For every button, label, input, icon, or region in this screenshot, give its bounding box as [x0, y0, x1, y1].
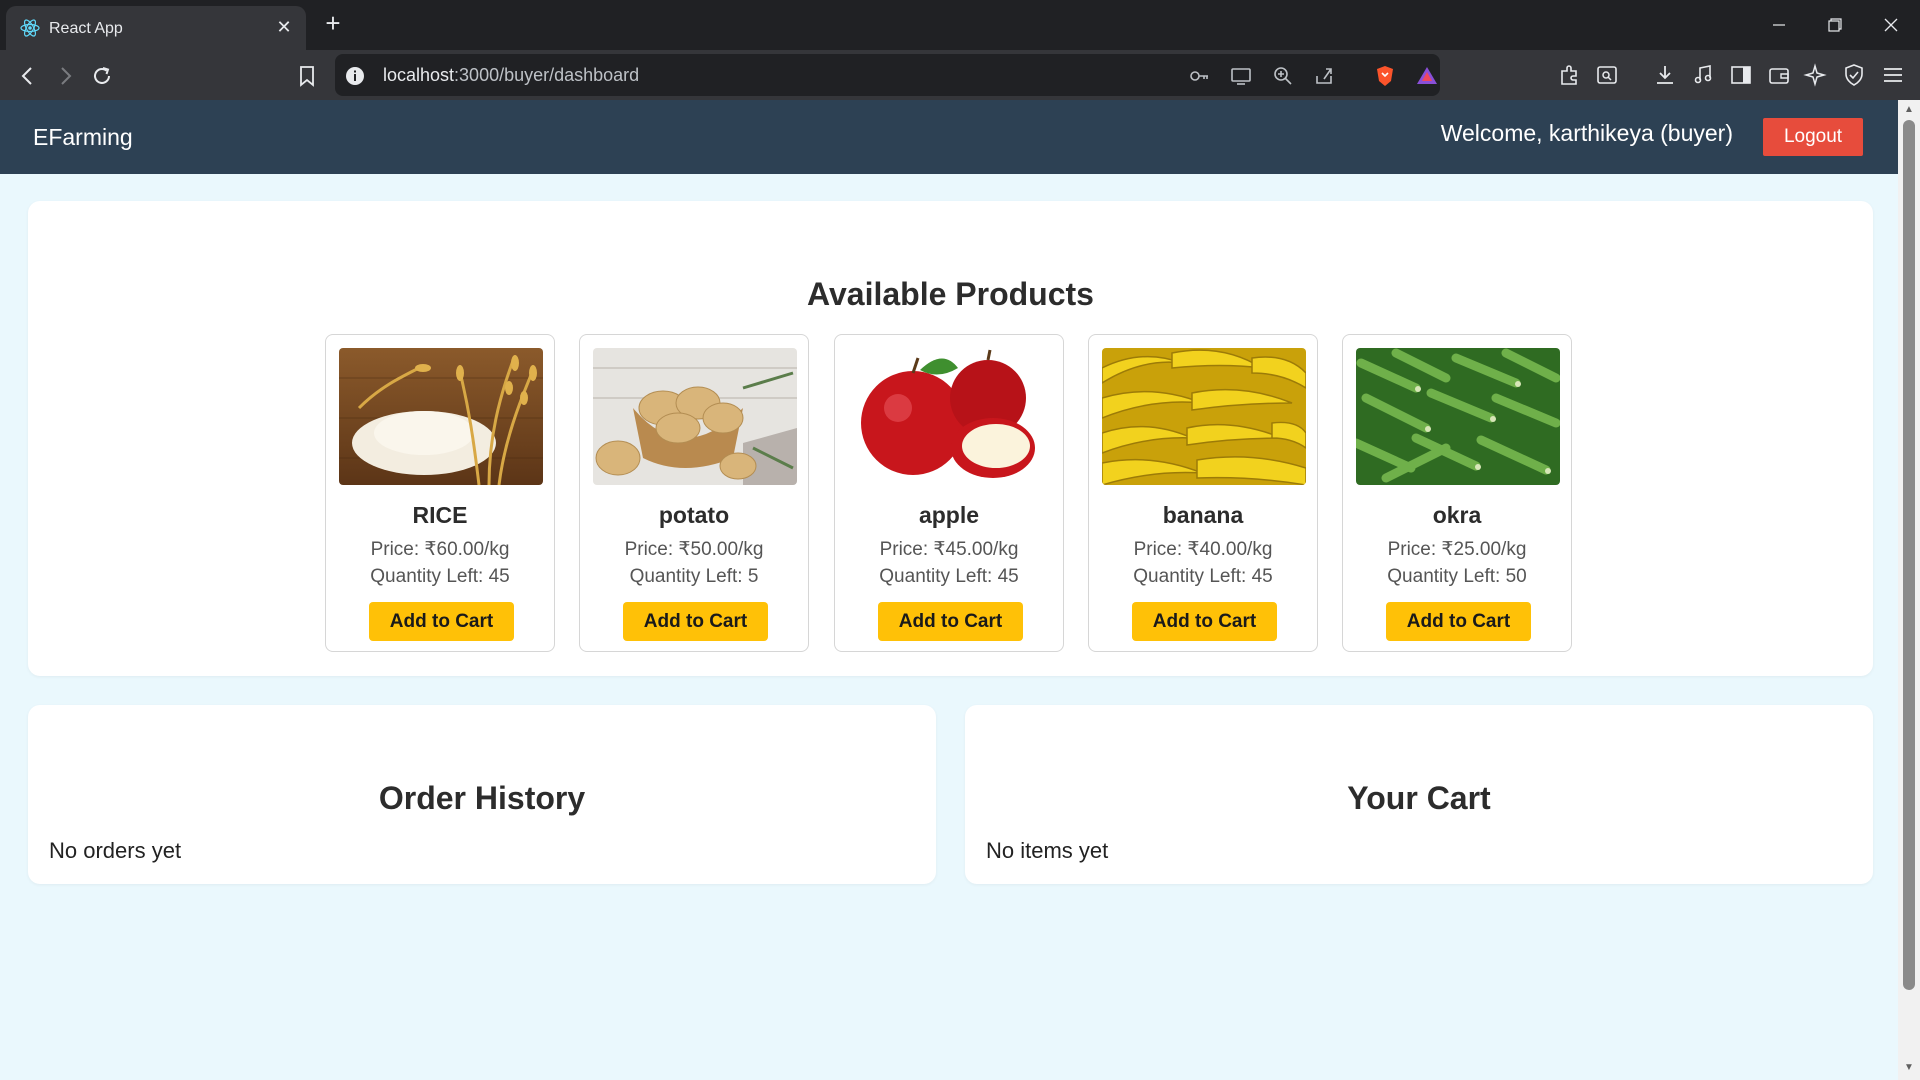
zoom-icon[interactable]: [1271, 64, 1295, 88]
okra-image: [1356, 348, 1560, 485]
url-host: localhost: [383, 65, 455, 85]
brave-shield-icon[interactable]: [1373, 64, 1397, 88]
scrollbar-thumb[interactable]: [1903, 120, 1915, 990]
product-price: Price: ₹50.00/kg: [624, 539, 764, 560]
product-quantity: Quantity Left: 45: [879, 566, 1019, 587]
product-price: Price: ₹25.00/kg: [1387, 539, 1527, 560]
cart-section: Your Cart No items yet: [965, 705, 1873, 884]
product-quantity: Quantity Left: 5: [629, 566, 759, 587]
add-to-cart-button[interactable]: Add to Cart: [369, 602, 514, 641]
app-header: EFarming Welcome, karthikeya (buyer) Log…: [0, 100, 1898, 174]
cast-icon[interactable]: [1229, 64, 1253, 88]
add-to-cart-button[interactable]: Add to Cart: [878, 602, 1023, 641]
tab-search-icon[interactable]: [1594, 62, 1620, 88]
restore-icon[interactable]: [1817, 10, 1851, 40]
browser-tab-bar: React App ✕ +: [0, 0, 1920, 50]
order-history-section: Order History No orders yet: [28, 705, 936, 884]
share-icon[interactable]: [1312, 64, 1336, 88]
scroll-up-icon[interactable]: ▲: [1903, 104, 1915, 116]
sidebar-icon[interactable]: [1728, 62, 1754, 88]
order-history-heading: Order History: [378, 780, 586, 816]
product-quantity: Quantity Left: 45: [1133, 566, 1273, 587]
page-scrollbar[interactable]: ▲ ▼: [1898, 100, 1920, 1080]
forward-icon[interactable]: [51, 62, 79, 90]
menu-icon[interactable]: [1880, 62, 1906, 88]
product-price: Price: ₹60.00/kg: [370, 539, 510, 560]
product-name: okra: [1432, 502, 1482, 528]
welcome-message: Welcome, karthikeya (buyer): [1440, 120, 1733, 146]
brand-logo[interactable]: EFarming: [33, 124, 133, 151]
product-name: banana: [1162, 502, 1244, 528]
product-card-potato: potato Price: ₹50.00/kg Quantity Left: 5…: [579, 334, 809, 652]
scroll-down-icon[interactable]: ▼: [1903, 1062, 1915, 1074]
apple-image: [848, 348, 1052, 485]
orders-empty-message: No orders yet: [49, 838, 182, 863]
product-price: Price: ₹45.00/kg: [879, 539, 1019, 560]
tab-title: React App: [49, 20, 123, 37]
address-bar[interactable]: localhost:3000/buyer/dashboard: [335, 54, 1440, 96]
vpn-shield-icon[interactable]: [1841, 62, 1867, 88]
download-icon[interactable]: [1652, 62, 1678, 88]
wallet-icon[interactable]: [1766, 62, 1792, 88]
browser-tab[interactable]: React App ✕: [6, 6, 306, 50]
product-card-apple: apple Price: ₹45.00/kg Quantity Left: 45…: [834, 334, 1064, 652]
close-window-icon[interactable]: [1874, 10, 1908, 40]
banana-image: [1102, 348, 1306, 485]
logout-button[interactable]: Logout: [1763, 118, 1863, 156]
media-icon[interactable]: [1690, 62, 1716, 88]
product-name: apple: [918, 502, 980, 528]
reload-icon[interactable]: [88, 62, 116, 90]
potato-image: [593, 348, 797, 485]
product-card-okra: okra Price: ₹25.00/kg Quantity Left: 50 …: [1342, 334, 1572, 652]
product-quantity: Quantity Left: 50: [1387, 566, 1527, 587]
add-to-cart-button[interactable]: Add to Cart: [623, 602, 768, 641]
product-price: Price: ₹40.00/kg: [1133, 539, 1273, 560]
products-heading: Available Products: [807, 276, 1094, 312]
browser-toolbar: localhost:3000/buyer/dashboard 1: [0, 50, 1920, 125]
brave-rewards-icon[interactable]: [1415, 64, 1439, 88]
bookmark-icon[interactable]: [293, 62, 321, 90]
product-card-banana: banana Price: ₹40.00/kg Quantity Left: 4…: [1088, 334, 1318, 652]
url-text[interactable]: localhost:3000/buyer/dashboard: [383, 65, 639, 86]
extensions-icon[interactable]: [1557, 62, 1583, 88]
password-key-icon[interactable]: [1187, 64, 1211, 88]
rice-image: [339, 348, 543, 485]
add-to-cart-button[interactable]: Add to Cart: [1132, 602, 1277, 641]
new-tab-button[interactable]: +: [320, 10, 346, 37]
site-info-icon[interactable]: [343, 64, 367, 88]
tab-close-icon[interactable]: ✕: [272, 15, 296, 39]
product-quantity: Quantity Left: 45: [370, 566, 510, 587]
cart-empty-message: No items yet: [986, 838, 1109, 863]
back-icon[interactable]: [14, 62, 42, 90]
product-name: potato: [658, 502, 730, 528]
cart-heading: Your Cart: [1347, 780, 1491, 816]
product-name: RICE: [412, 502, 468, 528]
product-card-rice: RICE Price: ₹60.00/kg Quantity Left: 45 …: [325, 334, 555, 652]
leo-ai-icon[interactable]: [1803, 62, 1829, 88]
minimize-icon[interactable]: [1762, 10, 1796, 40]
url-path: :3000/buyer/dashboard: [454, 65, 640, 85]
available-products-section: Available Products RICE Price: ₹60.00/kg…: [28, 201, 1873, 676]
react-logo-icon: [20, 18, 40, 38]
add-to-cart-button[interactable]: Add to Cart: [1386, 602, 1531, 641]
